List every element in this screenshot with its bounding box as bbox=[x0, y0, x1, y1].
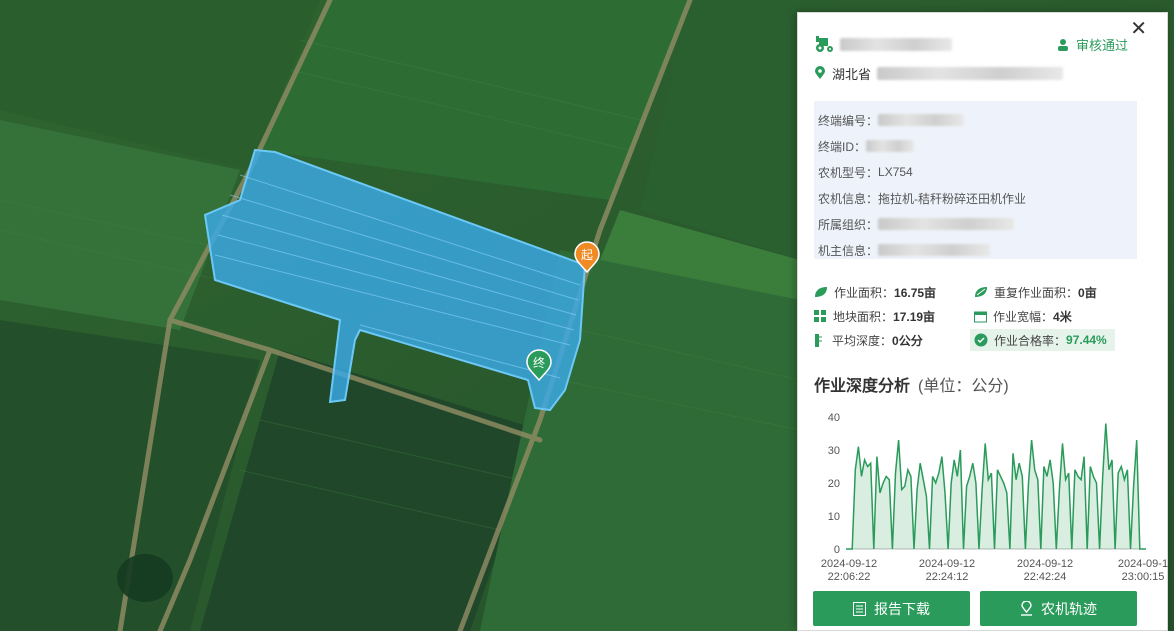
y-tick-label: 40 bbox=[828, 412, 840, 424]
user-check-icon bbox=[1057, 38, 1068, 51]
machine-info-value: 拖拉机-秸秆粉碎还田机作业 bbox=[878, 191, 1027, 206]
stat-pass-rate: 作业合格率： 97.44% bbox=[970, 329, 1115, 351]
y-tick-label: 30 bbox=[828, 445, 840, 457]
grid-icon bbox=[814, 309, 826, 322]
x-tick-time-label: 23:00:15 bbox=[1122, 571, 1165, 583]
location-pin-icon bbox=[815, 66, 825, 79]
stat-label: 平均深度： bbox=[832, 333, 893, 348]
stat-value: 0公分 bbox=[892, 333, 923, 348]
info-row-owner: 机主信息： bbox=[818, 237, 1137, 263]
machine-track-label: 农机轨迹 bbox=[1041, 600, 1097, 617]
info-label: 终端编号： bbox=[818, 113, 879, 128]
x-tick-time-label: 22:42:24 bbox=[1024, 571, 1067, 583]
svg-text:起: 起 bbox=[581, 248, 593, 262]
organization-redacted bbox=[878, 218, 1015, 230]
info-row-terminal-no: 终端编号： bbox=[818, 107, 1137, 133]
x-tick-date-label: 2024-09-1 bbox=[1118, 558, 1168, 570]
info-label: 所属组织： bbox=[818, 217, 879, 232]
stat-plot-area: 地块面积： 17.19亩 bbox=[814, 305, 935, 327]
y-tick-label: 20 bbox=[828, 478, 840, 490]
location-pin-icon bbox=[1021, 601, 1032, 616]
info-label: 农机型号： bbox=[818, 165, 879, 180]
stat-value: 17.19亩 bbox=[893, 309, 936, 324]
info-label: 机主信息： bbox=[818, 243, 879, 258]
stat-label: 作业合格率： bbox=[994, 333, 1067, 348]
x-tick-date-label: 2024-09-12 bbox=[1017, 558, 1073, 570]
stat-label: 作业宽幅： bbox=[993, 309, 1054, 324]
panel-header: 审核通过 bbox=[814, 33, 1148, 55]
y-tick-label: 0 bbox=[834, 544, 840, 556]
stat-label: 地块面积： bbox=[833, 309, 894, 324]
address-redacted bbox=[877, 66, 1064, 80]
stat-label: 重复作业面积： bbox=[994, 285, 1079, 300]
work-detail-panel: ✕ 审核通过 湖北省 终端编号： 终端ID： 农机型号： LX754 农机信息：… bbox=[797, 12, 1168, 631]
tractor-icon bbox=[816, 36, 833, 52]
info-row-organization: 所属组织： bbox=[818, 211, 1137, 237]
x-tick-time-label: 22:06:22 bbox=[828, 571, 871, 583]
stat-value: 97.44% bbox=[1066, 333, 1107, 347]
terminal-id-redacted bbox=[866, 140, 915, 152]
stat-work-area: 作业面积： 16.75亩 bbox=[814, 281, 936, 303]
chart-title-text: 作业深度分析 bbox=[814, 378, 911, 395]
check-badge-icon bbox=[974, 333, 988, 347]
owner-info-redacted bbox=[878, 244, 991, 256]
x-tick-date-label: 2024-09-12 bbox=[919, 558, 975, 570]
chart-title: 作业深度分析 (单位：公分) bbox=[814, 372, 1009, 396]
owner-name-redacted bbox=[840, 38, 952, 51]
stat-repeat-area: 重复作业面积： 0亩 bbox=[974, 281, 1097, 303]
ruler-icon bbox=[815, 333, 822, 347]
x-tick-time-label: 22:24:12 bbox=[926, 571, 969, 583]
info-row-terminal-id: 终端ID： bbox=[818, 133, 1137, 159]
info-row-machine-info: 农机信息： 拖拉机-秸秆粉碎还田机作业 bbox=[818, 185, 1137, 211]
machine-info-box: 终端编号： 终端ID： 农机型号： LX754 农机信息： 拖拉机-秸秆粉碎还田… bbox=[814, 101, 1137, 259]
stat-avg-depth: 平均深度： 0公分 bbox=[814, 329, 923, 351]
chart-unit-text: (单位：公分) bbox=[918, 378, 1009, 395]
svg-text:终: 终 bbox=[533, 355, 545, 370]
calendar-icon bbox=[974, 311, 987, 322]
x-tick-date-label: 2024-09-12 bbox=[821, 558, 877, 570]
depth-chart: 0102030402024-09-1222:06:222024-09-1222:… bbox=[821, 412, 1168, 583]
leaf-icon bbox=[815, 287, 827, 297]
audit-status: 审核通过 bbox=[1056, 35, 1128, 54]
machine-model-value: LX754 bbox=[878, 165, 913, 179]
stat-label: 作业面积： bbox=[834, 285, 895, 300]
location-province: 湖北省 bbox=[832, 66, 872, 82]
info-row-model: 农机型号： LX754 bbox=[818, 159, 1137, 185]
leaf-layers-icon bbox=[975, 287, 987, 297]
info-label: 终端ID： bbox=[818, 139, 867, 154]
report-download-label: 报告下载 bbox=[874, 600, 930, 617]
terminal-no-redacted bbox=[878, 114, 965, 126]
stat-value: 4米 bbox=[1053, 309, 1072, 324]
stat-value: 16.75亩 bbox=[894, 285, 937, 300]
stat-value: 0亩 bbox=[1078, 285, 1097, 300]
info-label: 农机信息： bbox=[818, 191, 879, 206]
audit-status-label: 审核通过 bbox=[1075, 38, 1128, 53]
stat-work-width: 作业宽幅： 4米 bbox=[974, 305, 1072, 327]
machine-track-button[interactable]: 农机轨迹 bbox=[980, 591, 1137, 626]
document-icon bbox=[853, 601, 866, 616]
y-tick-label: 10 bbox=[828, 511, 840, 523]
location-row: 湖北省 bbox=[814, 63, 1148, 83]
report-download-button[interactable]: 报告下载 bbox=[813, 591, 970, 626]
